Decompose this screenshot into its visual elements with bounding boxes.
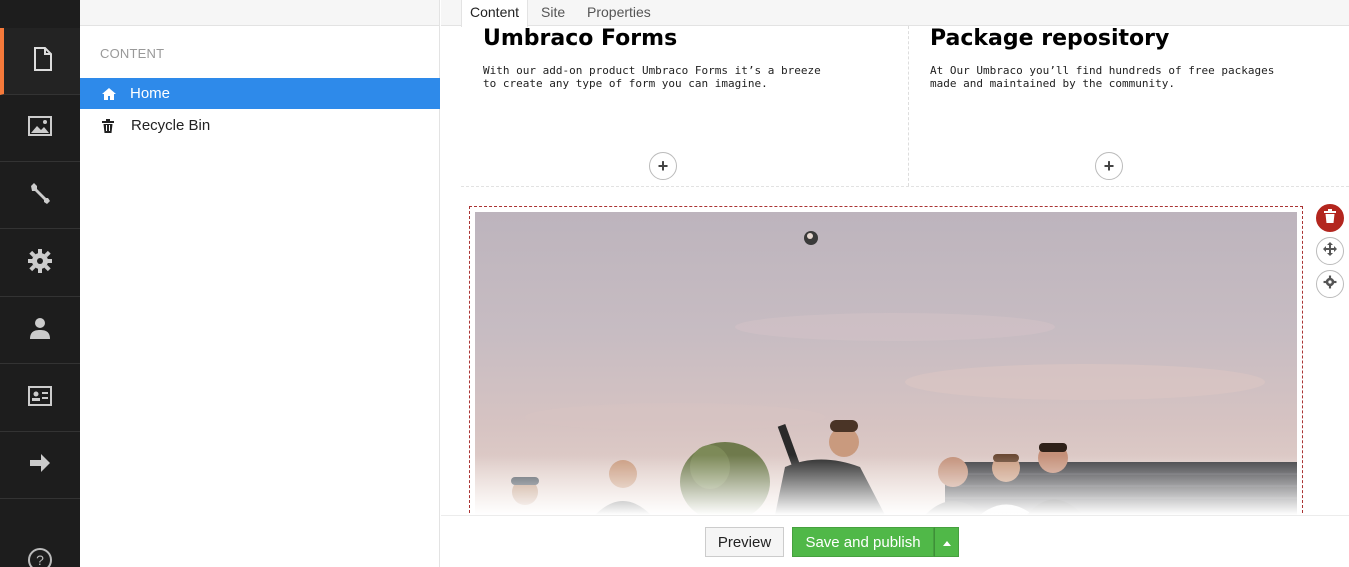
image-icon (27, 113, 53, 144)
tab-site[interactable]: Site (533, 0, 573, 26)
trash-icon (100, 118, 116, 134)
section-redirect[interactable] (0, 432, 80, 499)
column-text: At Our Umbraco you’ll find hundreds of f… (930, 64, 1275, 90)
section-settings[interactable] (0, 162, 80, 229)
document-icon (29, 46, 55, 77)
delete-cell-button[interactable] (1316, 204, 1344, 232)
section-developer[interactable] (0, 230, 80, 297)
editor-footer: Preview Save and publish (441, 515, 1349, 567)
gear-icon (27, 248, 53, 279)
help-button[interactable]: ? (0, 540, 80, 567)
section-users[interactable] (0, 297, 80, 364)
section-members[interactable] (0, 365, 80, 432)
tree-item-label: Home (130, 85, 171, 102)
row-divider (461, 186, 1349, 187)
section-content[interactable] (0, 28, 80, 95)
tree-header-bar (80, 0, 439, 26)
publish-options-button[interactable] (934, 527, 959, 557)
tree-item-recycle-bin[interactable]: Recycle Bin (80, 110, 440, 141)
move-cell-button[interactable] (1316, 237, 1344, 265)
user-icon (27, 315, 53, 346)
gear-icon (1323, 275, 1337, 294)
photo-fade (475, 455, 1297, 515)
grid-column-forms: Umbraco Forms With our add-on product Um… (461, 26, 908, 186)
wrench-icon (27, 180, 53, 211)
tree-item-label: Recycle Bin (131, 117, 211, 134)
column-text: With our add-on product Umbraco Forms it… (483, 64, 821, 90)
id-card-icon (27, 383, 53, 414)
editor-tabs: Content Site Properties (441, 0, 1349, 27)
group-photo[interactable] (475, 212, 1297, 515)
preview-button[interactable]: Preview (705, 527, 784, 557)
plus-icon: + (1103, 155, 1115, 176)
add-content-button[interactable]: + (649, 152, 677, 180)
arrow-right-icon (27, 450, 53, 481)
section-media[interactable] (0, 95, 80, 162)
tab-content[interactable]: Content (461, 0, 529, 27)
tree-item-home[interactable]: Home (80, 78, 440, 109)
tab-properties[interactable]: Properties (579, 0, 659, 26)
tree-heading: CONTENT (100, 46, 165, 61)
add-content-button[interactable]: + (1095, 152, 1123, 180)
cell-settings-button[interactable] (1316, 270, 1344, 298)
section-rail: ? (0, 0, 80, 567)
move-icon (1323, 241, 1337, 261)
column-title: Umbraco Forms (483, 26, 678, 51)
grid-column-packages: Package repository At Our Umbraco you’ll… (909, 26, 1349, 186)
column-title: Package repository (930, 26, 1170, 51)
svg-text:?: ? (36, 552, 44, 567)
home-icon (101, 86, 117, 102)
save-and-publish-button[interactable]: Save and publish (792, 527, 934, 557)
help-icon: ? (27, 540, 53, 567)
trash-icon (1324, 208, 1336, 228)
content-tree-panel: CONTENT Home Recycle Bin (80, 0, 440, 567)
caret-up-icon (942, 533, 951, 551)
plus-icon: + (657, 155, 669, 176)
content-editor: Content Site Properties Umbraco Forms Wi… (441, 0, 1349, 567)
